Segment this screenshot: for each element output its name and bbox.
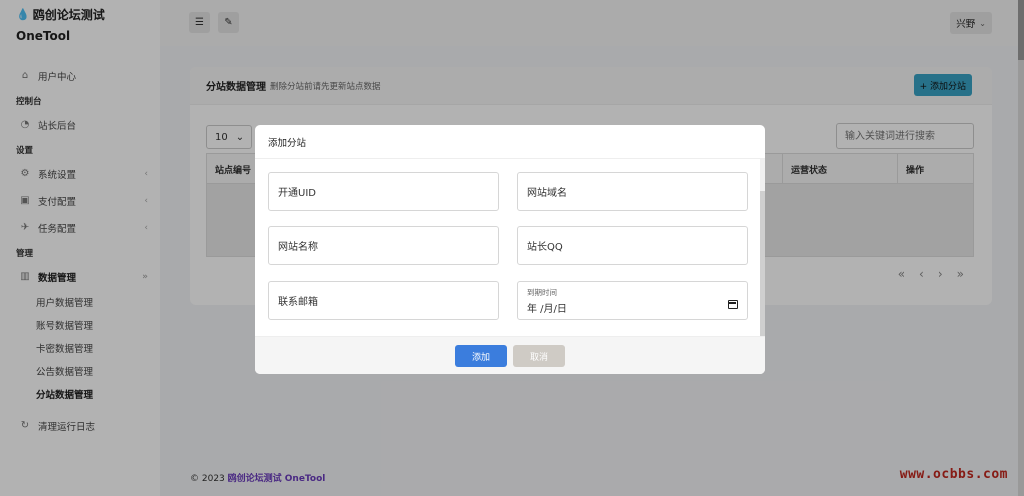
modal-body: 开通UID 网站域名 网站名称 站长QQ 联系邮箱 到期时间 年 /月/日 <box>255 159 765 336</box>
calendar-icon[interactable] <box>728 300 738 309</box>
email-field[interactable]: 联系邮箱 <box>268 281 499 320</box>
domain-field[interactable]: 网站域名 <box>517 172 748 211</box>
qq-field[interactable]: 站长QQ <box>517 226 748 265</box>
expire-date-field[interactable]: 到期时间 年 /月/日 <box>517 281 748 320</box>
expire-date-label: 到期时间 <box>527 287 557 297</box>
modal-title: 添加分站 <box>255 125 765 159</box>
modal-scrollbar[interactable] <box>760 159 765 361</box>
cancel-button[interactable]: 取消 <box>513 345 565 367</box>
modal-footer: 添加 取消 <box>255 336 765 374</box>
uid-field[interactable]: 开通UID <box>268 172 499 211</box>
add-button[interactable]: 添加 <box>455 345 507 367</box>
expire-date-value: 年 /月/日 <box>527 303 567 315</box>
add-site-modal: 添加分站 开通UID 网站域名 网站名称 站长QQ 联系邮箱 到期时间 年 /月… <box>255 125 765 374</box>
site-name-field[interactable]: 网站名称 <box>268 226 499 265</box>
